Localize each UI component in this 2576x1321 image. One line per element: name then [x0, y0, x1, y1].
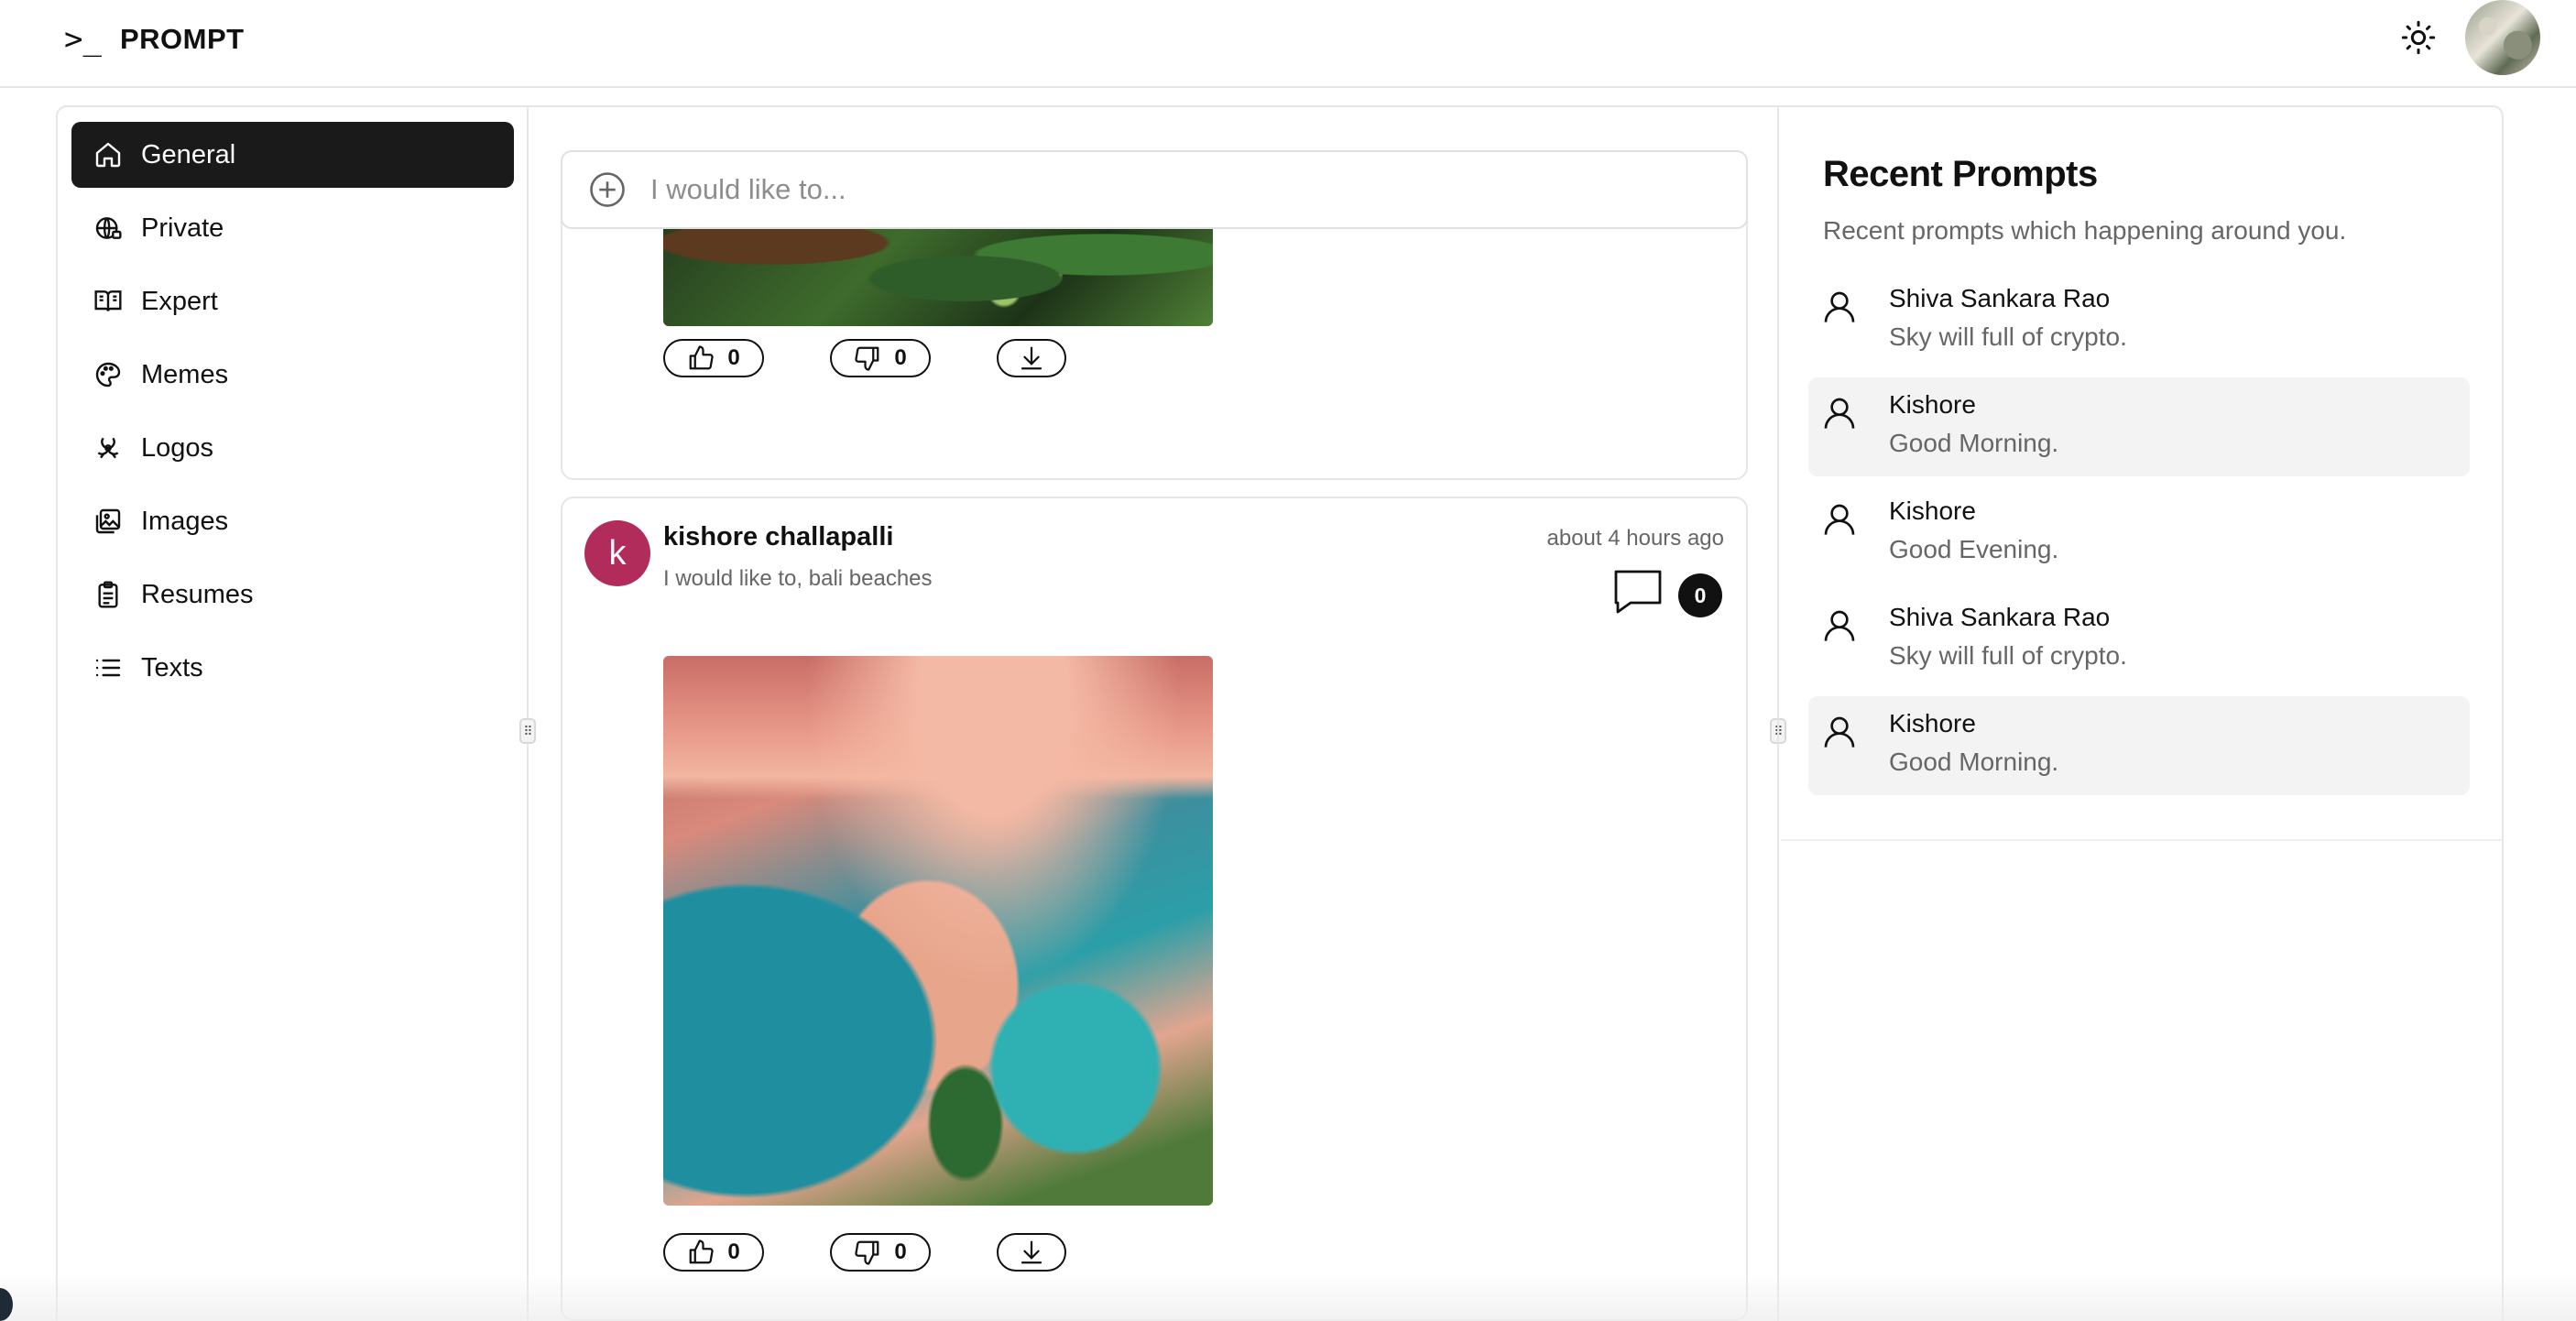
like-count: 0 — [727, 345, 740, 370]
sidebar-item-expert[interactable]: Expert — [71, 268, 514, 334]
like-button[interactable]: 0 — [663, 339, 764, 377]
theme-toggle-button[interactable] — [2397, 16, 2440, 59]
top-bar: >_ PROMPT — [0, 0, 2576, 88]
sidebar-item-label: Images — [141, 506, 229, 536]
download-icon — [1021, 346, 1042, 370]
dislike-button[interactable]: 0 — [830, 339, 931, 377]
like-count: 0 — [727, 1239, 740, 1264]
avatar[interactable]: k — [584, 520, 650, 586]
thumbs-up-icon — [689, 1239, 714, 1264]
recent-prompt-author: Kishore — [1889, 390, 1976, 419]
dislike-count: 0 — [894, 345, 907, 370]
recent-prompt-item[interactable]: Kishore Good Morning. — [1808, 696, 2470, 795]
sidebar-item-general[interactable]: General — [71, 122, 514, 188]
thumbs-down-icon — [855, 346, 879, 371]
download-button[interactable] — [997, 1233, 1066, 1272]
composer-placeholder: I would like to... — [650, 173, 846, 205]
thumbs-down-icon — [855, 1240, 879, 1265]
post-image[interactable] — [663, 656, 1213, 1206]
brand[interactable]: >_ PROMPT — [64, 18, 245, 60]
sidebar-item-label: Expert — [141, 286, 218, 316]
sidebar-item-label: Logos — [141, 432, 214, 463]
recent-prompt-text: Good Evening. — [1889, 535, 2059, 563]
palette-icon — [95, 362, 121, 388]
comment-icon[interactable] — [1612, 568, 1664, 616]
home-icon — [95, 142, 121, 168]
recent-prompt-text: Sky will full of crypto. — [1889, 322, 2127, 351]
user-icon — [1824, 291, 1855, 322]
post-timestamp: about 4 hours ago — [1546, 526, 1725, 551]
sidebar-item-resumes[interactable]: Resumes — [71, 562, 514, 628]
post-card: 0 0 — [561, 207, 1748, 480]
plus-circle-icon[interactable] — [588, 170, 627, 209]
app-name: PROMPT — [119, 23, 245, 55]
user-avatar[interactable] — [2465, 0, 2540, 75]
sidebar: General Private Expert Memes Logos Image… — [57, 106, 529, 1321]
recent-prompt-author: Kishore — [1889, 709, 1976, 737]
recent-prompt-author: Shiva Sankara Rao — [1889, 284, 2111, 312]
sidebar-item-memes[interactable]: Memes — [71, 342, 514, 408]
sidebar-item-label: Private — [141, 213, 224, 243]
sidebar-item-texts[interactable]: Texts — [71, 635, 514, 701]
recent-prompt-author: Kishore — [1889, 497, 1976, 525]
download-icon — [1021, 1240, 1042, 1264]
feed: I would like to... 0 0 k kishore challap… — [529, 106, 1779, 1321]
recent-prompt-item[interactable]: Shiva Sankara Rao Sky will full of crypt… — [1808, 271, 2470, 370]
user-icon — [1824, 716, 1855, 748]
recent-prompt-text: Sky will full of crypto. — [1889, 641, 2127, 670]
sidebar-item-logos[interactable]: Logos — [71, 415, 514, 481]
recent-prompt-author: Shiva Sankara Rao — [1889, 603, 2111, 631]
panel-subtitle: Recent prompts which happening around yo… — [1823, 216, 2347, 245]
recent-prompt-text: Good Morning. — [1889, 429, 2059, 457]
recent-prompts-panel: Recent Prompts Recent prompts which happ… — [1781, 106, 2503, 841]
recent-prompt-item[interactable]: Shiva Sankara Rao Sky will full of crypt… — [1808, 590, 2470, 689]
recent-prompt-item[interactable]: Kishore Good Morning. — [1808, 377, 2470, 476]
thumbs-up-icon — [689, 345, 714, 370]
corner-indicator — [0, 1288, 13, 1321]
sidebar-item-private[interactable]: Private — [71, 195, 514, 261]
like-button[interactable]: 0 — [663, 1233, 764, 1272]
dislike-button[interactable]: 0 — [830, 1233, 931, 1272]
recent-prompt-text: Good Morning. — [1889, 748, 2059, 776]
sidebar-item-label: Resumes — [141, 579, 254, 609]
sidebar-item-images[interactable]: Images — [71, 488, 514, 554]
recent-prompt-item[interactable]: Kishore Good Evening. — [1808, 484, 2470, 583]
terminal-icon: >_ — [64, 21, 102, 58]
sidebar-item-label: Texts — [141, 652, 203, 682]
sun-icon — [2401, 20, 2436, 55]
user-icon — [1824, 398, 1855, 429]
user-icon — [1824, 504, 1855, 535]
images-icon — [95, 508, 121, 534]
list-icon — [95, 659, 121, 677]
post-prompt: I would like to, bali beaches — [663, 566, 933, 591]
prompt-composer[interactable]: I would like to... — [561, 150, 1748, 229]
comment-count-badge: 0 — [1678, 573, 1722, 617]
download-button[interactable] — [997, 339, 1066, 377]
post-author[interactable]: kishore challapalli — [663, 522, 893, 552]
sidebar-item-label: General — [141, 139, 236, 169]
biohazard-icon — [97, 437, 119, 459]
post-card: k kishore challapalli I would like to, b… — [561, 497, 1748, 1321]
book-open-icon — [94, 290, 122, 311]
user-icon — [1824, 610, 1855, 641]
panel-title: Recent Prompts — [1823, 154, 2098, 194]
globe-lock-icon — [95, 217, 122, 239]
sidebar-item-label: Memes — [141, 359, 229, 389]
clipboard-icon — [98, 581, 118, 608]
dislike-count: 0 — [894, 1239, 907, 1264]
